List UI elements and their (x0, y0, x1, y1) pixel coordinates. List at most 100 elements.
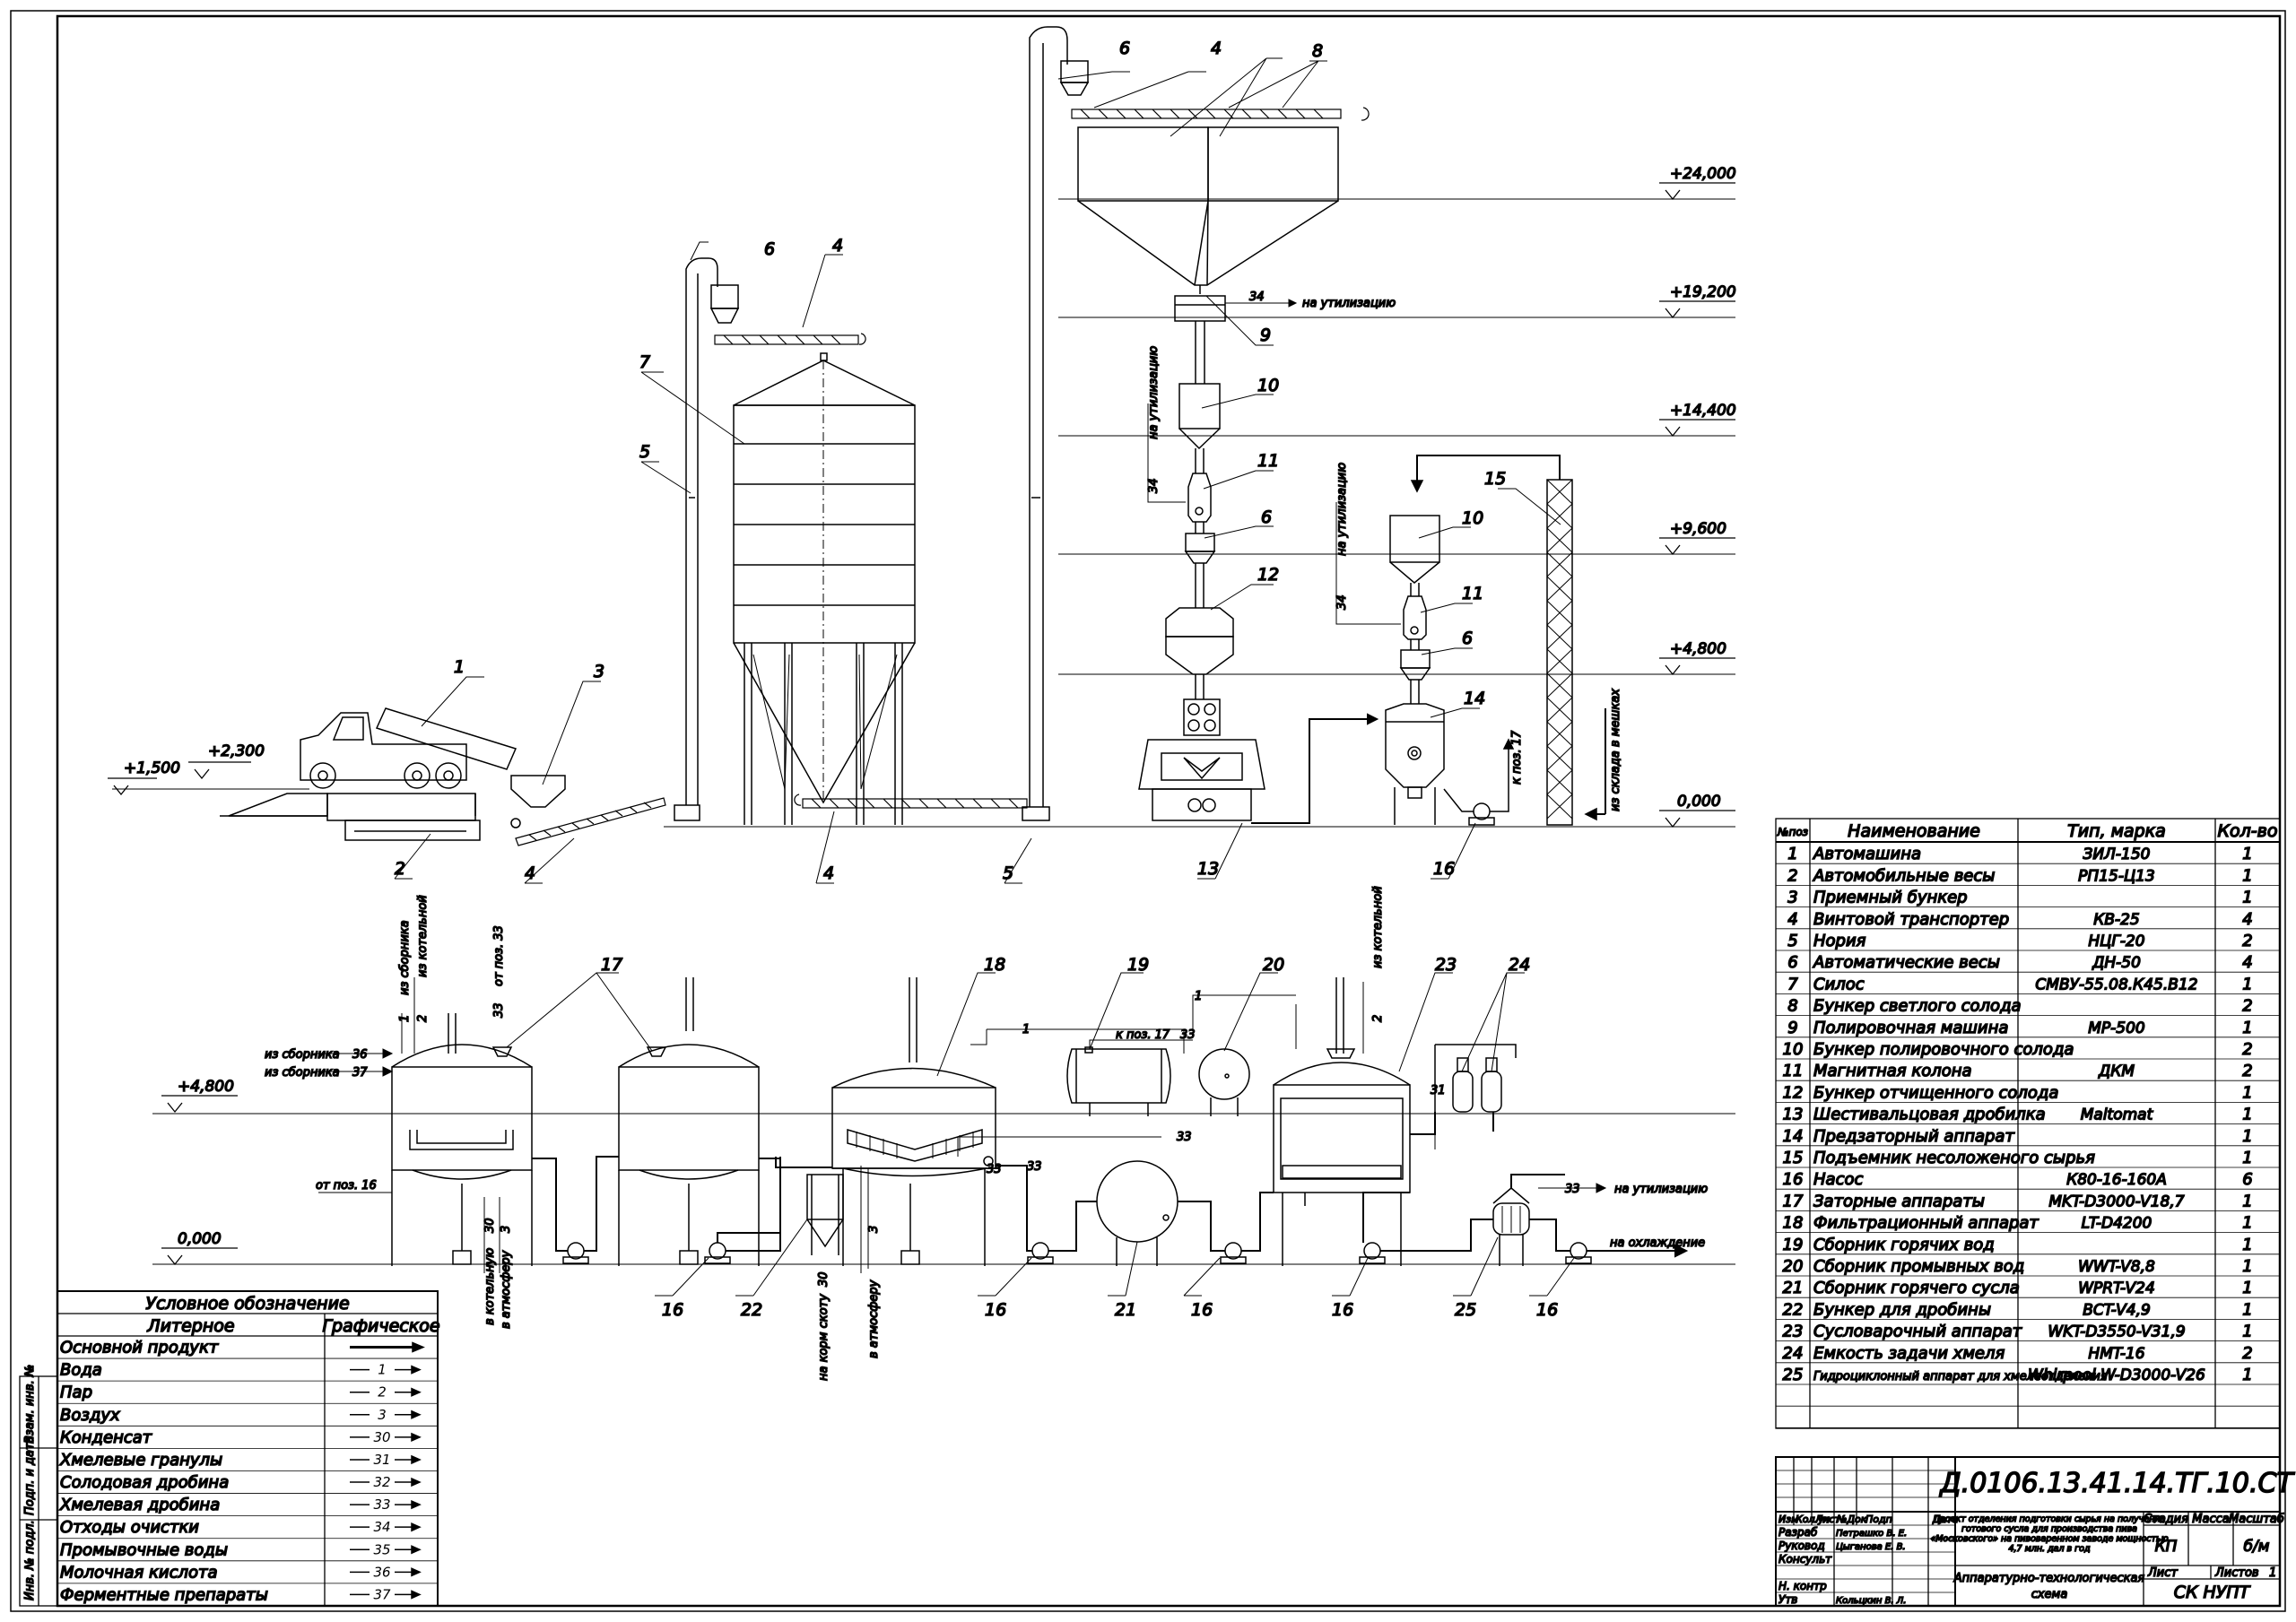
spec-cell: 4 (2242, 953, 2252, 972)
code-3a: 3 (500, 1226, 513, 1233)
spec-cell: 6 (2242, 1170, 2252, 1189)
spec-cell: 10 (1783, 1040, 1804, 1059)
callout-10-upper: 10 (1257, 376, 1279, 395)
legend-item-name: Основной продукт (60, 1339, 219, 1357)
spec-cell: Автомашина (1813, 845, 1921, 863)
stamp-inv: Инв. № подл. (23, 1520, 37, 1600)
tb-ndok: №Док (1836, 1514, 1867, 1525)
malt-bunkers (1077, 126, 1339, 294)
callout-16-b: 16 (985, 1300, 1006, 1320)
elev-4800-lower: +4,800 (178, 1078, 234, 1096)
premasher (1385, 703, 1445, 825)
legend-item-code: 30 (373, 1429, 390, 1445)
code-33e: 33 (1565, 1183, 1580, 1196)
legend-item-name: Воздух (60, 1406, 120, 1425)
tb-stage-label: Стадия (2144, 1513, 2188, 1526)
spec-cell: 19 (1783, 1236, 1804, 1254)
elev-4800: +4,800 (1670, 640, 1726, 658)
callout-15: 15 (1484, 469, 1506, 489)
spec-cell: 14 (1783, 1127, 1804, 1146)
spec-header-name: Наименование (1848, 821, 1980, 841)
spec-cell: МР-500 (2088, 1019, 2145, 1037)
spec-cell: 1 (2242, 889, 2252, 907)
scheme-line-1: Аппаратурно-технологическая (1953, 1572, 2145, 1585)
note-disposal-bottom: на утилизацию (1614, 1183, 1708, 1196)
callout-20: 20 (1263, 955, 1284, 975)
legend-item-code: 37 (373, 1586, 391, 1602)
bucket-elevator-right (1022, 26, 1068, 821)
spec-cell: Бункер светлого солода (1813, 997, 2022, 1016)
note-to-pos17: к поз. 17 (1510, 730, 1524, 785)
spec-cell: WPRT-V24 (2078, 1279, 2155, 1297)
spec-cell: 1 (2242, 845, 2252, 863)
code-2a: 2 (416, 1015, 430, 1022)
tb-name-rukovod: Цыганова Е. В. (1836, 1542, 1906, 1552)
elev-9600: +9,600 (1670, 520, 1726, 538)
elev-1500: +1,500 (124, 759, 180, 777)
spent-grain-hopper (806, 1174, 844, 1255)
tb-name-utv: Кольцкин В. Л. (1836, 1596, 1906, 1606)
spec-cell: 1 (2242, 1279, 2252, 1297)
legend-line-symbol (350, 1341, 425, 1353)
project-line-1: Проект отделения подготовки сырья на пол… (1934, 1514, 2166, 1524)
code-1a: 1 (398, 1015, 412, 1022)
note-from-boiler: из котельной (416, 895, 430, 977)
six-roller-mill (1138, 698, 1265, 821)
spec-cell: Сусловарочный аппарат (1813, 1323, 2022, 1341)
spec-cell: 1 (2242, 866, 2252, 885)
spec-cell: 1 (2242, 975, 2252, 993)
callout-23: 23 (1435, 955, 1457, 975)
spec-cell: 4 (2242, 910, 2252, 929)
polished-bunker-lower (1389, 515, 1440, 596)
note-disposal-right: на утилизацию (1335, 463, 1349, 556)
spec-cell: Бункер отчищенного солода (1813, 1083, 2058, 1102)
spec-cell: WKT-D3550-V31,9 (2048, 1323, 2185, 1341)
spec-cell: 1 (2242, 1149, 2252, 1167)
bucket-elevator-left (674, 257, 718, 821)
tb-scale-value: б/м (2243, 1538, 2269, 1556)
spec-cell: СМВУ-55.08.К45.В12 (2035, 976, 2197, 993)
legend-item-name: Ферментные препараты (60, 1585, 268, 1604)
spec-cell: Автоматические весы (1813, 953, 2000, 972)
elev-0000-lower: 0,000 (178, 1230, 222, 1248)
spec-cell: 2 (2242, 1344, 2252, 1363)
code-1b: 1 (1022, 1023, 1030, 1037)
truck-scales (220, 793, 481, 841)
spec-cell: НЦГ-20 (2088, 932, 2144, 950)
callout-5-left: 5 (639, 442, 650, 462)
legend-line-symbol: 35 (350, 1541, 422, 1557)
legend-line-symbol: 3 (350, 1407, 422, 1423)
spec-cell: Сборник горячего сусла (1813, 1279, 2020, 1297)
callout-2: 2 (395, 859, 405, 879)
note-from-boiler-2: из котельной (1371, 886, 1385, 968)
note-to-pos17-mid: к поз. 17 (1116, 1028, 1170, 1042)
polishing-machine (1174, 295, 1226, 384)
spec-cell: LT-D4200 (2082, 1215, 2152, 1233)
elev-14400: +14,400 (1670, 402, 1736, 420)
spec-cell: 25 (1783, 1366, 1804, 1384)
tb-scale-label: Масштаб (2229, 1513, 2284, 1526)
callout-8: 8 (1312, 41, 1323, 61)
code-2b: 2 (1371, 1015, 1385, 1022)
note-to-atmosphere-2: в атмосферу (867, 1279, 881, 1358)
project-line-3: «Московского» на пивоваренном заводе мощ… (1930, 1534, 2168, 1544)
tb-role-razrab: Разраб (1779, 1526, 1818, 1539)
spec-cell: 1 (2242, 1300, 2252, 1319)
legend-item-code: 36 (373, 1564, 390, 1580)
spec-cell: ДН-50 (2092, 954, 2141, 972)
spec-header-qty: Кол-во (2218, 821, 2278, 841)
legend-item-code: 32 (373, 1474, 390, 1490)
callout-16-e: 16 (1536, 1300, 1558, 1320)
code-36: 36 (352, 1048, 368, 1062)
spec-cell: 1 (2242, 1192, 2252, 1210)
callout-10-lower: 10 (1462, 508, 1483, 528)
spec-cell: HMT-16 (2088, 1345, 2144, 1363)
code-33f: 33 (987, 1163, 1002, 1176)
spec-cell: Автомобильные весы (1813, 866, 1996, 885)
spec-cell: Магнитная колона (1813, 1062, 1972, 1080)
spec-cell: 21 (1783, 1279, 1804, 1297)
spec-cell: 3 (1787, 889, 1797, 907)
project-line-4: 4,7 млн. дал в год (2008, 1544, 2091, 1554)
note-to-cooling: на охлаждение (1610, 1236, 1705, 1250)
legend-title: Условное обозначение (145, 1294, 349, 1314)
